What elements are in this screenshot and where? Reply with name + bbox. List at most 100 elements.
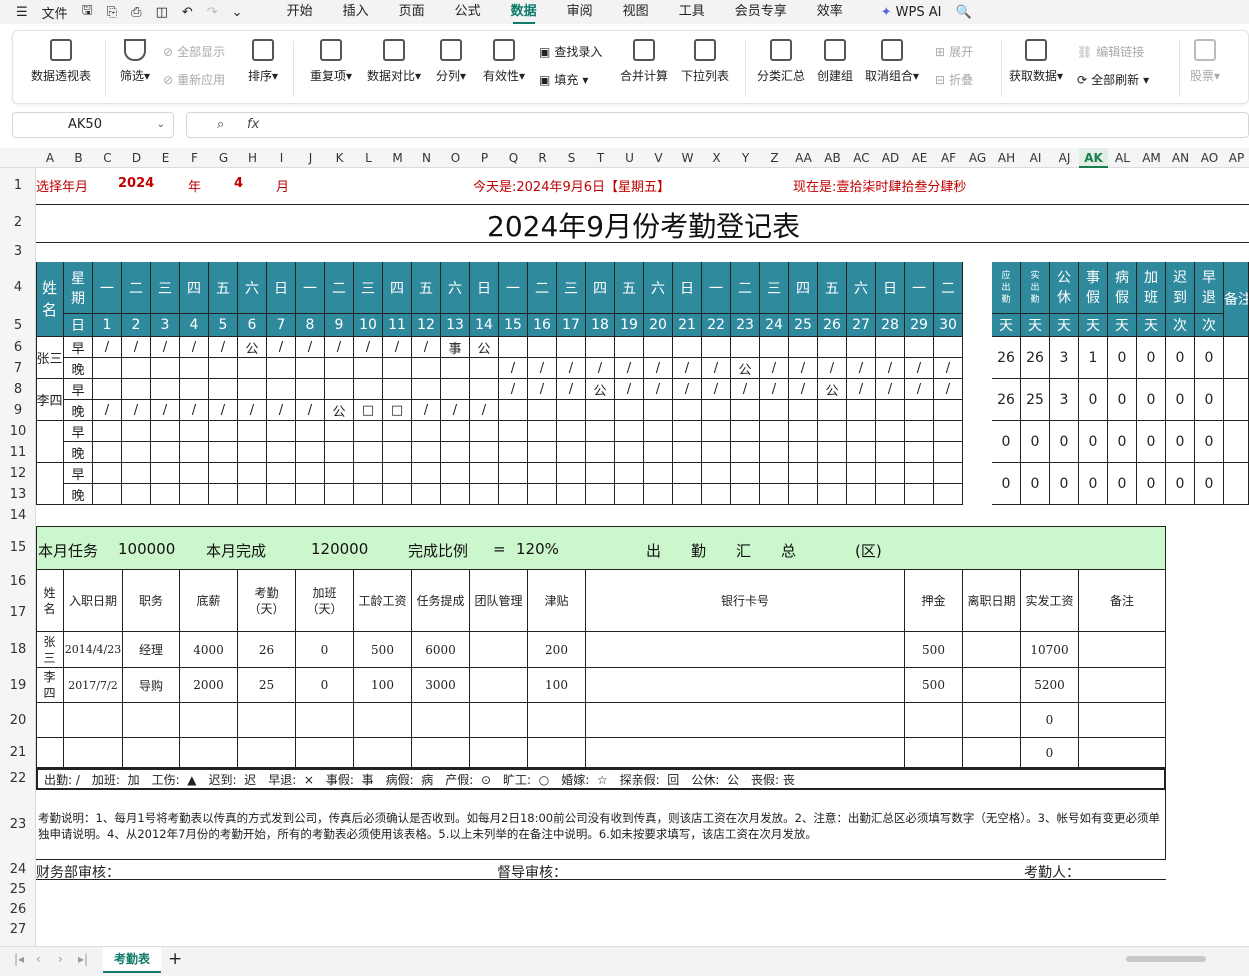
add-sheet-icon[interactable]: + [168,949,182,969]
row-header[interactable]: 7 [0,358,36,379]
tab-5[interactable]: 审阅 [567,0,593,24]
fill-button[interactable]: ▣ 填充 ▾ [539,71,588,88]
attendance-cell[interactable] [499,421,528,442]
summary-value[interactable]: 0 [1166,421,1195,463]
duplicates-button[interactable]: 重复项▾ [305,39,357,84]
attendance-cell[interactable]: / [528,379,557,400]
salary-cell[interactable] [296,703,354,738]
attendance-cell[interactable] [615,442,644,463]
attendance-cell[interactable] [470,463,499,484]
salary-cell[interactable] [963,632,1021,668]
salary-header[interactable]: 津贴 [528,570,586,632]
attendance-cell[interactable] [122,442,151,463]
salary-cell[interactable] [123,703,180,738]
horizontal-scrollbar[interactable] [1126,956,1206,962]
attendance-cell[interactable]: / [586,358,615,379]
salary-cell[interactable]: 2000 [180,668,238,703]
column-header[interactable]: Z [760,148,789,168]
column-header[interactable]: O [441,148,470,168]
summary-value[interactable]: 0 [1079,463,1108,505]
attendance-cell[interactable] [615,463,644,484]
brush-icon[interactable]: ⎘ [107,0,117,24]
salary-cell[interactable] [586,632,905,668]
attendance-cell[interactable]: / [93,337,122,358]
salary-cell[interactable] [412,703,470,738]
column-header[interactable]: AI [1021,148,1050,168]
attendance-cell[interactable] [702,484,731,505]
day-number-cell[interactable]: 28 [876,314,905,337]
attendance-cell[interactable]: / [209,400,238,421]
day-number-cell[interactable]: 15 [499,314,528,337]
salary-cell[interactable]: 500 [354,632,412,668]
tab-9[interactable]: 效率 [817,0,843,24]
pivot-button[interactable]: 数据透视表 [29,39,93,84]
attendance-cell[interactable]: □ [354,400,383,421]
salary-cell[interactable]: 100 [354,668,412,703]
attendance-cell[interactable] [731,442,760,463]
evening-label[interactable]: 晚 [64,442,93,463]
summary-header[interactable]: 应出勤 [992,262,1021,314]
summary-value[interactable]: 25 [1021,379,1050,421]
sheet-tab-attendance[interactable]: 考勤表 [103,947,161,973]
row-header[interactable]: 5 [0,314,36,337]
column-header[interactable]: AF [934,148,963,168]
attendance-cell[interactable] [238,484,267,505]
attendance-cell[interactable]: / [847,358,876,379]
attendance-cell[interactable]: / [238,400,267,421]
attendance-cell[interactable]: / [325,337,354,358]
column-header[interactable]: AO [1195,148,1224,168]
salary-cell[interactable]: 2017/7/2 [64,668,123,703]
column-header[interactable]: M [383,148,412,168]
summary-header[interactable]: 公休 [1050,262,1079,314]
attendance-cell[interactable] [354,421,383,442]
salary-cell[interactable] [963,668,1021,703]
summary-unit[interactable]: 天 [1021,314,1050,337]
attendance-cell[interactable] [383,358,412,379]
row-header[interactable]: 13 [0,484,36,505]
salary-cell[interactable] [64,738,123,768]
attendance-cell[interactable]: / [876,379,905,400]
attendance-cell[interactable] [93,463,122,484]
attendance-cell[interactable] [412,421,441,442]
summary-value[interactable]: 0 [1079,379,1108,421]
attendance-cell[interactable]: / [934,358,963,379]
attendance-cell[interactable] [644,463,673,484]
attendance-cell[interactable]: / [934,379,963,400]
attendance-cell[interactable] [876,421,905,442]
remark-cell[interactable] [1224,379,1249,421]
attendance-cell[interactable] [238,358,267,379]
salary-cell[interactable] [528,738,586,768]
row-header[interactable]: 17 [0,594,36,632]
salary-cell[interactable]: 0 [1021,738,1079,768]
attendance-cell[interactable] [876,442,905,463]
salary-cell[interactable]: 200 [528,632,586,668]
summary-unit[interactable]: 次 [1166,314,1195,337]
attendance-cell[interactable] [847,442,876,463]
weekday-cell[interactable]: 三 [557,262,586,314]
attendance-cell[interactable]: / [180,400,209,421]
salary-cell[interactable]: 李四 [36,668,64,703]
attendance-cell[interactable] [296,442,325,463]
day-number-cell[interactable]: 21 [673,314,702,337]
salary-cell[interactable] [470,703,528,738]
dropdown-list-button[interactable]: 下拉列表 [677,39,733,84]
attendance-cell[interactable]: / [470,400,499,421]
attendance-cell[interactable]: / [499,379,528,400]
salary-cell[interactable] [1079,632,1166,668]
attendance-cell[interactable]: 公 [238,337,267,358]
attendance-cell[interactable]: / [151,400,180,421]
attendance-cell[interactable] [441,484,470,505]
attendance-cell[interactable]: / [789,379,818,400]
column-header[interactable]: AL [1108,148,1137,168]
salary-cell[interactable] [905,703,963,738]
salary-cell[interactable] [64,703,123,738]
attendance-cell[interactable] [528,337,557,358]
attendance-cell[interactable]: 事 [441,337,470,358]
column-header[interactable]: N [412,148,441,168]
compare-button[interactable]: 数据对比▾ [363,39,425,84]
salary-cell[interactable]: 25 [238,668,296,703]
weekday-cell[interactable]: 二 [934,262,963,314]
attendance-cell[interactable] [296,358,325,379]
attendance-cell[interactable] [876,463,905,484]
attendance-cell[interactable] [731,484,760,505]
